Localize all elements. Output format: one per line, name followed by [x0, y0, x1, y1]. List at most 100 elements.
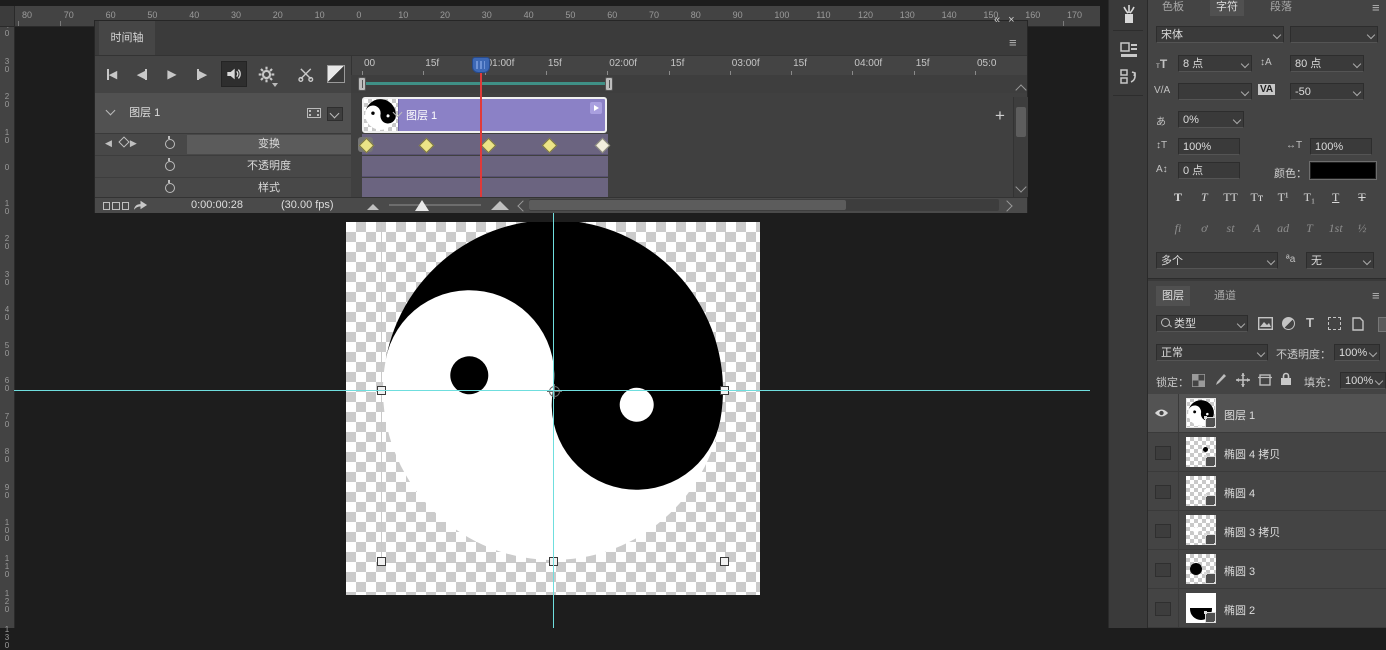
tab-layers[interactable]: 图层: [1156, 286, 1190, 306]
previous-frame-button[interactable]: ◀: [129, 61, 155, 87]
timeline-zoom-slider[interactable]: [389, 204, 481, 206]
add-media-button[interactable]: +: [989, 105, 1011, 127]
clip-fx-badge-icon[interactable]: [590, 102, 602, 114]
transform-attribute-row[interactable]: ◀▶ 变换: [95, 134, 351, 156]
transform-handle-bottom-left[interactable]: [377, 557, 386, 566]
layer-thumbnail[interactable]: [1186, 593, 1216, 623]
stopwatch-icon[interactable]: [165, 183, 175, 193]
blend-mode-select[interactable]: 正常: [1156, 344, 1268, 361]
filter-pixel-layers-icon[interactable]: [1258, 317, 1273, 333]
tab-character[interactable]: 字符: [1210, 0, 1244, 16]
scroll-down-icon[interactable]: [1015, 181, 1026, 192]
zoom-slider-thumb[interactable]: [415, 200, 429, 211]
strikethrough-button[interactable]: T: [1350, 190, 1374, 205]
all-caps-button[interactable]: TT: [1219, 190, 1243, 205]
scroll-left-icon[interactable]: [517, 200, 528, 211]
collapse-icon[interactable]: «: [994, 14, 1008, 26]
layer-row[interactable]: 椭圆 3: [1148, 550, 1386, 589]
kerning-select[interactable]: [1178, 83, 1252, 100]
opentype-feature-button[interactable]: st: [1219, 221, 1243, 236]
timeline-horizontal-scrollbar[interactable]: [529, 199, 999, 211]
vertical-scale-field[interactable]: 100%: [1178, 138, 1240, 155]
lock-pixels-icon[interactable]: [1214, 373, 1227, 390]
vertical-ruler[interactable]: 4 03 02 01 001 02 03 04 05 06 07 08 09 0…: [0, 6, 15, 628]
leading-select[interactable]: 80 点: [1290, 55, 1364, 72]
tab-channels[interactable]: 通道: [1208, 286, 1242, 306]
tab-swatches[interactable]: 色板: [1156, 0, 1190, 16]
visibility-checkbox[interactable]: [1155, 446, 1171, 460]
layer-filter-select[interactable]: 类型: [1156, 315, 1248, 332]
render-video-button[interactable]: [133, 199, 148, 214]
visibility-checkbox[interactable]: [1155, 524, 1171, 538]
layer-name[interactable]: 椭圆 4: [1224, 485, 1255, 501]
split-at-playhead-button[interactable]: [293, 61, 319, 87]
layer-thumbnail[interactable]: [1186, 554, 1216, 584]
language-select[interactable]: 多个: [1156, 252, 1278, 269]
brush-panel-icon[interactable]: [1117, 3, 1141, 27]
next-frame-button[interactable]: ▶: [189, 61, 215, 87]
layer-thumbnail[interactable]: [1186, 398, 1216, 428]
layer-name[interactable]: 图层 1: [1224, 407, 1255, 423]
font-style-select[interactable]: [1290, 26, 1378, 43]
layer-name[interactable]: 椭圆 3: [1224, 563, 1255, 579]
keyframe-diamond-icon[interactable]: [118, 136, 129, 147]
play-button[interactable]: ▶: [159, 61, 185, 87]
work-area-end-handle[interactable]: [605, 77, 613, 91]
transition-button[interactable]: [323, 61, 349, 87]
clone-source-panel-icon[interactable]: [1117, 66, 1141, 90]
keyframe-navigator[interactable]: ◀▶: [105, 138, 143, 149]
visibility-cell[interactable]: [1148, 550, 1179, 589]
timeline-vertical-scrollbar[interactable]: [1013, 97, 1028, 197]
subscript-button[interactable]: T₁: [1297, 190, 1321, 205]
visibility-checkbox[interactable]: [1155, 563, 1171, 577]
lock-position-icon[interactable]: [1236, 373, 1250, 390]
playhead[interactable]: [472, 57, 490, 73]
tab-timeline[interactable]: 时间轴: [99, 21, 155, 55]
layer-thumbnail[interactable]: [1186, 437, 1216, 467]
layers-panel-menu-icon[interactable]: ≡: [1372, 290, 1380, 302]
opentype-feature-button[interactable]: A: [1245, 221, 1269, 236]
scrollbar-thumb[interactable]: [529, 200, 846, 210]
opentype-feature-button[interactable]: fi: [1166, 221, 1190, 236]
libraries-panel-icon[interactable]: [1117, 38, 1141, 62]
lock-transparency-icon[interactable]: [1192, 374, 1205, 390]
fill-field[interactable]: 100%: [1340, 372, 1386, 389]
transform-handle-bottom-right[interactable]: [720, 557, 729, 566]
work-area-start-handle[interactable]: [358, 77, 366, 91]
opentype-feature-button[interactable]: ½: [1350, 221, 1374, 236]
convert-to-frame-animation-button[interactable]: [103, 202, 129, 209]
layer-row[interactable]: 椭圆 4 拷贝: [1148, 433, 1386, 472]
layer-row[interactable]: 椭圆 4: [1148, 472, 1386, 511]
visibility-cell[interactable]: [1148, 511, 1179, 550]
text-color-swatch[interactable]: [1310, 162, 1376, 179]
visibility-cell[interactable]: [1148, 394, 1179, 433]
filter-type-layers-icon[interactable]: T: [1306, 315, 1314, 330]
layer-row[interactable]: 椭圆 2: [1148, 589, 1386, 628]
antialias-select[interactable]: 无: [1306, 252, 1374, 269]
collapse-track-icon[interactable]: [106, 106, 116, 116]
opentype-feature-button[interactable]: ad: [1271, 221, 1295, 236]
go-to-first-frame-button[interactable]: ◀: [99, 61, 125, 87]
visibility-cell[interactable]: [1148, 472, 1179, 511]
video-clip[interactable]: 图层 1: [362, 97, 607, 133]
zoom-out-icon[interactable]: [367, 204, 379, 210]
visibility-checkbox[interactable]: [1155, 485, 1171, 499]
mute-audio-button[interactable]: [221, 61, 247, 87]
attribute-label[interactable]: 样式: [187, 179, 351, 198]
tracking-select[interactable]: -50: [1290, 83, 1364, 100]
stopwatch-icon[interactable]: [165, 161, 175, 171]
ruler-origin-box[interactable]: [0, 6, 15, 27]
visibility-cell[interactable]: [1148, 433, 1179, 472]
lock-all-icon[interactable]: [1280, 372, 1292, 389]
stopwatch-icon[interactable]: [165, 139, 175, 149]
font-size-select[interactable]: 8 点: [1178, 55, 1252, 72]
opacity-attribute-row[interactable]: 不透明度: [95, 156, 351, 178]
layer-name[interactable]: 椭圆 2: [1224, 602, 1255, 618]
filter-smart-objects-icon[interactable]: [1352, 317, 1364, 334]
transform-reference-point[interactable]: [549, 386, 560, 397]
layer-track-header[interactable]: 图层 1: [95, 93, 351, 134]
character-panel-menu-icon[interactable]: ≡: [1372, 2, 1380, 14]
attribute-label[interactable]: 不透明度: [187, 157, 351, 176]
opentype-feature-button[interactable]: 1st: [1324, 221, 1348, 236]
horizontal-guide[interactable]: [14, 390, 1090, 391]
